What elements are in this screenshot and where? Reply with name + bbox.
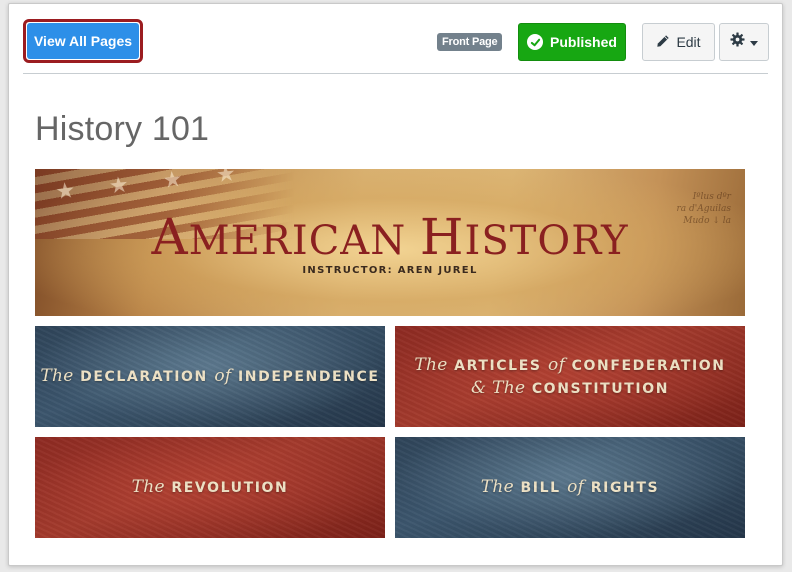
- tile-label: The DECLARATION of INDEPENDENCE: [40, 366, 380, 386]
- page-window: View All Pages Front Page Published Edit: [8, 3, 783, 566]
- check-circle-icon: [527, 34, 544, 50]
- edit-button[interactable]: Edit: [642, 23, 715, 61]
- banner-title: AMERICAN HISTORY: [151, 208, 629, 266]
- tile-label: The ARTICLES of CONFEDERATION & The CONS…: [414, 354, 726, 398]
- view-all-pages-button[interactable]: View All Pages: [23, 19, 143, 63]
- settings-menu-button[interactable]: [719, 23, 769, 61]
- articles-of-confederation-tile[interactable]: The ARTICLES of CONFEDERATION & The CONS…: [395, 326, 745, 427]
- edit-label: Edit: [676, 34, 701, 50]
- toolbar-divider: [23, 73, 768, 74]
- published-button[interactable]: Published: [518, 23, 626, 61]
- view-all-pages-label[interactable]: View All Pages: [27, 23, 139, 59]
- published-label: Published: [550, 34, 617, 50]
- tile-label: The REVOLUTION: [131, 477, 289, 497]
- caret-down-icon: [750, 33, 758, 51]
- gear-icon: [730, 32, 745, 52]
- page-title: History 101: [35, 110, 210, 148]
- bill-of-rights-tile[interactable]: The BILL of RIGHTS: [395, 437, 745, 538]
- front-page-badge: Front Page: [437, 33, 503, 51]
- declaration-of-independence-tile[interactable]: The DECLARATION of INDEPENDENCE: [35, 326, 385, 427]
- pencil-icon: [656, 34, 670, 51]
- banner-instructor: INSTRUCTOR: AREN JUREL: [302, 265, 478, 276]
- tile-label: The BILL of RIGHTS: [480, 477, 660, 497]
- american-history-banner: ★ ★ ★ ★ Iºlus dºr ra d'Aguilas Mudo ↓ la A…: [35, 169, 745, 316]
- revolution-tile[interactable]: The REVOLUTION: [35, 437, 385, 538]
- map-script-decoration: Iºlus dºr ra d'Aguilas Mudo ↓ la: [676, 192, 731, 226]
